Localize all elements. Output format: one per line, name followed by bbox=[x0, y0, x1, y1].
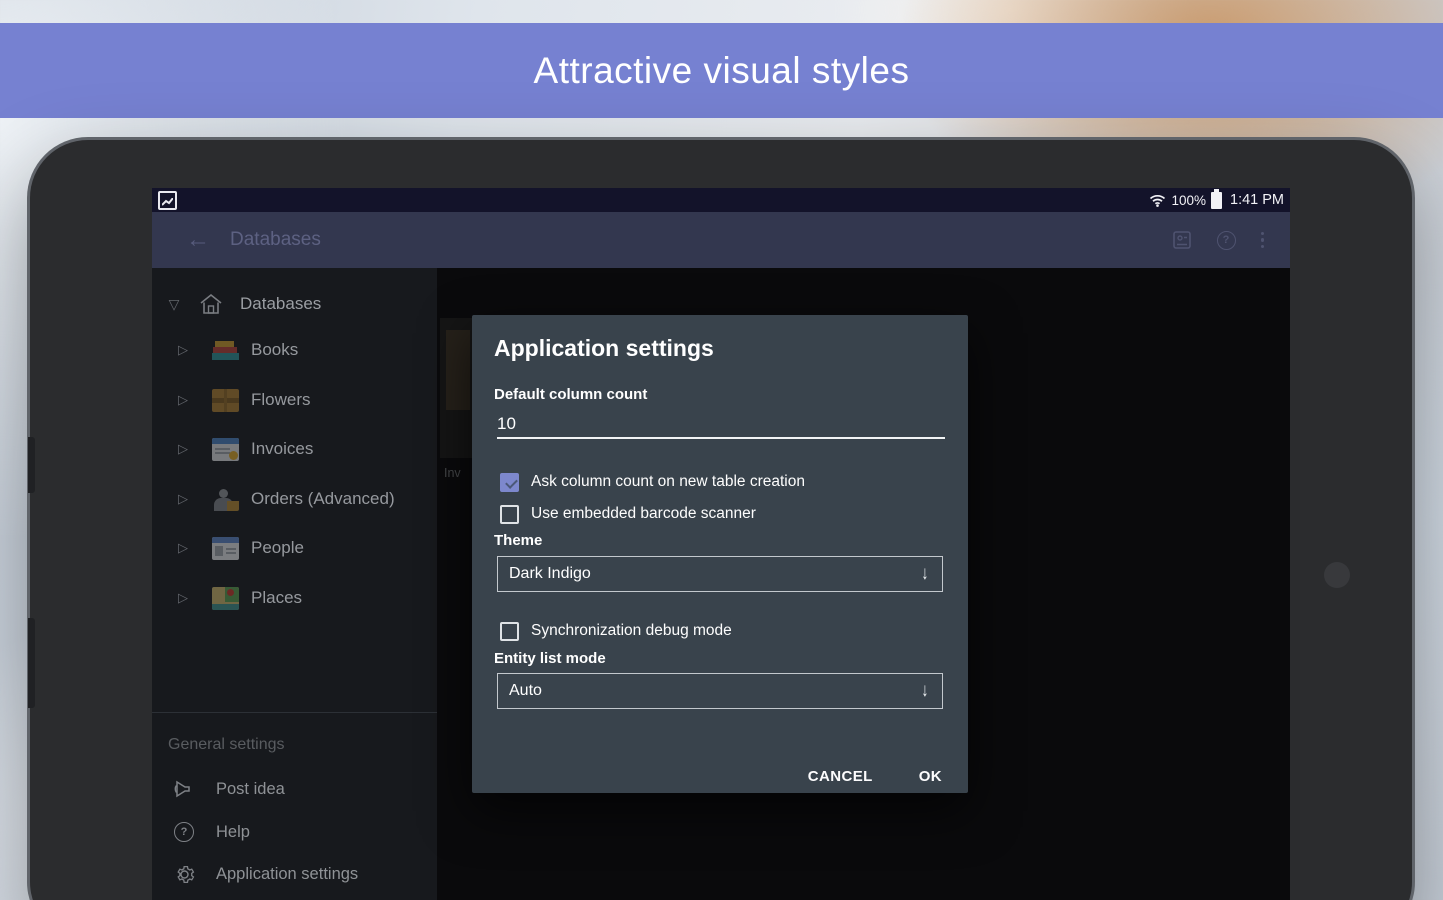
expander-open-icon[interactable]: ▽ bbox=[166, 296, 182, 313]
gear-icon bbox=[172, 862, 196, 886]
wifi-icon bbox=[1149, 194, 1166, 207]
sidebar-item-post-idea[interactable]: Post idea bbox=[152, 773, 437, 805]
promo-banner-title: Attractive visual styles bbox=[534, 50, 910, 92]
expander-closed-icon[interactable]: ▷ bbox=[175, 392, 191, 408]
app-toolbar: ← Databases ? bbox=[152, 212, 1290, 268]
visual-style-template-icon[interactable] bbox=[1172, 230, 1192, 250]
crate-icon bbox=[212, 389, 239, 412]
sidebar-item-label: Books bbox=[251, 340, 298, 360]
sidebar-item-label: Databases bbox=[240, 294, 321, 314]
general-settings-header: General settings bbox=[168, 736, 285, 754]
checkbox-label: Synchronization debug mode bbox=[531, 622, 732, 640]
invoice-icon bbox=[212, 438, 239, 461]
sidebar-item-orders-advanced[interactable]: ▷ Orders (Advanced) bbox=[152, 484, 437, 514]
sidebar-item-label: People bbox=[251, 538, 304, 558]
home-icon bbox=[198, 292, 224, 316]
barcode-scanner-checkbox[interactable] bbox=[500, 505, 519, 524]
checkbox-label: Ask column count on new table creation bbox=[531, 473, 805, 491]
entity-list-mode-select[interactable]: Auto ↓ bbox=[497, 673, 943, 709]
tablet-camera bbox=[1324, 562, 1350, 588]
sidebar: ▽ Databases ▷ Books ▷ Flowers bbox=[152, 268, 437, 900]
books-icon bbox=[212, 339, 239, 362]
sidebar-item-help[interactable]: ? Help bbox=[152, 816, 437, 848]
occluded-database-tile: Inv bbox=[440, 318, 472, 490]
sidebar-item-flowers[interactable]: ▷ Flowers bbox=[152, 385, 437, 415]
contact-card-icon bbox=[212, 537, 239, 560]
dialog-title: Application settings bbox=[494, 335, 714, 362]
sidebar-item-application-settings[interactable]: Application settings bbox=[152, 858, 437, 890]
sidebar-item-databases-root[interactable]: ▽ Databases bbox=[152, 289, 437, 319]
theme-label: Theme bbox=[494, 532, 542, 549]
default-column-count-input[interactable]: 10 bbox=[497, 414, 516, 434]
theme-select-value: Dark Indigo bbox=[509, 565, 591, 583]
map-icon bbox=[212, 587, 239, 610]
theme-select[interactable]: Dark Indigo ↓ bbox=[497, 556, 943, 592]
orders-icon bbox=[212, 488, 239, 511]
help-circle-icon: ? bbox=[172, 820, 196, 844]
default-column-count-label: Default column count bbox=[494, 386, 647, 403]
overflow-menu-icon[interactable] bbox=[1261, 232, 1265, 249]
expander-closed-icon[interactable]: ▷ bbox=[175, 540, 191, 556]
sidebar-item-label: Post idea bbox=[216, 780, 285, 799]
barcode-scanner-row[interactable]: Use embedded barcode scanner bbox=[500, 504, 940, 524]
back-button[interactable]: ← bbox=[186, 226, 210, 254]
ok-button[interactable]: OK bbox=[919, 768, 942, 785]
dropdown-arrow-icon: ↓ bbox=[921, 680, 928, 702]
page-title: Databases bbox=[230, 229, 321, 251]
tablet-device-frame: 100% 1:41 PM ← Databases ? bbox=[30, 140, 1412, 900]
sidebar-item-label: Orders (Advanced) bbox=[251, 489, 395, 509]
sidebar-divider bbox=[152, 712, 437, 713]
status-bar: 100% 1:41 PM bbox=[152, 188, 1290, 212]
sidebar-item-label: Flowers bbox=[251, 390, 311, 410]
sync-debug-checkbox[interactable] bbox=[500, 622, 519, 641]
battery-icon bbox=[1211, 192, 1222, 209]
expander-closed-icon[interactable]: ▷ bbox=[175, 441, 191, 457]
tablet-screen: 100% 1:41 PM ← Databases ? bbox=[152, 188, 1290, 900]
sidebar-item-people[interactable]: ▷ People bbox=[152, 533, 437, 563]
sidebar-item-label: Invoices bbox=[251, 439, 313, 459]
help-icon[interactable]: ? bbox=[1217, 231, 1236, 250]
sidebar-item-books[interactable]: ▷ Books bbox=[152, 335, 437, 365]
tile-thumbnail bbox=[440, 318, 472, 458]
expander-closed-icon[interactable]: ▷ bbox=[175, 590, 191, 606]
sidebar-item-label: Help bbox=[216, 823, 250, 842]
tile-label-partial: Inv bbox=[444, 466, 472, 480]
ask-column-count-row[interactable]: Ask column count on new table creation bbox=[500, 472, 940, 492]
tablet-volume-button bbox=[28, 437, 35, 493]
sidebar-item-label: Places bbox=[251, 588, 302, 608]
input-underline bbox=[497, 437, 945, 439]
sync-debug-row[interactable]: Synchronization debug mode bbox=[500, 621, 940, 641]
checkbox-label: Use embedded barcode scanner bbox=[531, 505, 756, 523]
dropdown-arrow-icon: ↓ bbox=[921, 563, 928, 585]
cancel-button[interactable]: CANCEL bbox=[808, 768, 873, 785]
entity-list-mode-label: Entity list mode bbox=[494, 650, 606, 667]
tablet-power-button bbox=[28, 618, 35, 708]
ask-column-count-checkbox[interactable] bbox=[500, 473, 519, 492]
sidebar-item-places[interactable]: ▷ Places bbox=[152, 583, 437, 613]
sidebar-item-invoices[interactable]: ▷ Invoices bbox=[152, 434, 437, 464]
expander-closed-icon[interactable]: ▷ bbox=[175, 342, 191, 358]
megaphone-icon bbox=[172, 777, 196, 801]
battery-percent: 100% bbox=[1171, 193, 1206, 208]
notification-chart-icon bbox=[158, 191, 177, 210]
promo-banner: Attractive visual styles bbox=[0, 23, 1443, 118]
sidebar-item-label: Application settings bbox=[216, 865, 358, 884]
application-settings-dialog: Application settings Default column coun… bbox=[472, 315, 968, 793]
clock: 1:41 PM bbox=[1230, 192, 1284, 208]
entity-list-mode-value: Auto bbox=[509, 682, 542, 700]
expander-closed-icon[interactable]: ▷ bbox=[175, 491, 191, 507]
